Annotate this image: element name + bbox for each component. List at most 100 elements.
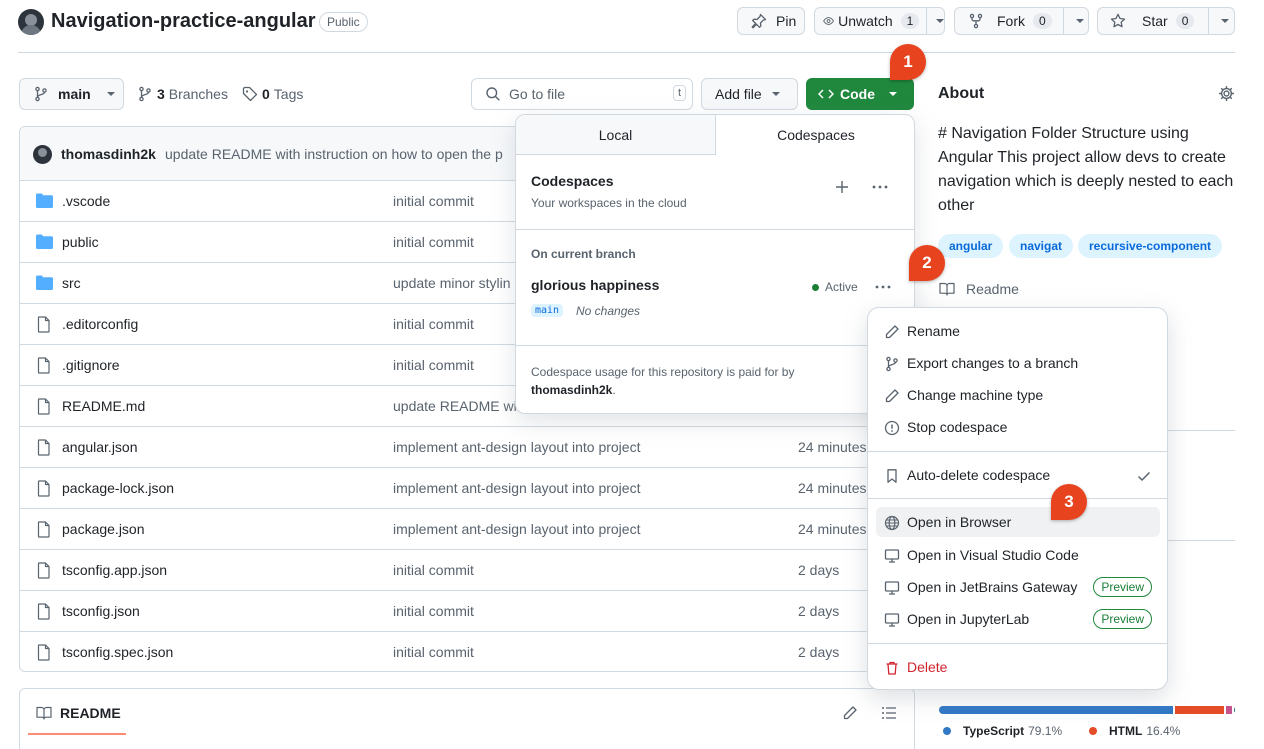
file-row[interactable]: package.json implement ant-design layout … bbox=[20, 508, 914, 549]
tags-link[interactable]: 0 Tags bbox=[242, 86, 303, 102]
status-dot bbox=[812, 283, 819, 291]
file-name[interactable]: public bbox=[62, 234, 99, 250]
tab-codespaces-label: Codespaces bbox=[777, 127, 855, 143]
language-segment bbox=[939, 706, 1173, 714]
branch-selector[interactable]: main bbox=[19, 78, 124, 110]
menu-stop-codespace[interactable]: Stop codespace bbox=[876, 412, 1160, 442]
topic-tag[interactable]: navigat bbox=[1009, 234, 1074, 258]
file-commit-message[interactable]: initial commit bbox=[393, 316, 474, 332]
file-commit-message[interactable]: update minor stylin bbox=[393, 275, 511, 291]
menu-open-browser[interactable]: Open in Browser bbox=[876, 507, 1160, 537]
tab-local-label: Local bbox=[598, 126, 633, 143]
file-commit-message[interactable]: initial commit bbox=[393, 357, 474, 373]
language-item[interactable]: HTML 16.4% bbox=[1089, 724, 1180, 738]
menu-rename[interactable]: Rename bbox=[876, 316, 1160, 346]
commit-message[interactable]: update README with instruction on how to… bbox=[165, 146, 510, 162]
file-commit-message[interactable]: initial commit bbox=[393, 603, 474, 619]
fork-count: 0 bbox=[1033, 13, 1052, 29]
file-commit-message[interactable]: update README wi bbox=[393, 398, 517, 414]
fork-dropdown-caret[interactable] bbox=[1075, 19, 1084, 23]
menu-change-machine[interactable]: Change machine type bbox=[876, 380, 1160, 410]
file-commit-message[interactable]: initial commit bbox=[393, 644, 474, 660]
file-row[interactable]: tsconfig.app.json initial commit 2 days bbox=[20, 549, 914, 590]
star-button[interactable]: Star 0 bbox=[1097, 7, 1235, 35]
step-badge: 2 bbox=[909, 245, 945, 281]
file-commit-time: 24 minutes bbox=[798, 521, 867, 537]
file-icon bbox=[37, 521, 50, 538]
add-file-button[interactable]: Add file bbox=[701, 78, 798, 110]
file-name[interactable]: tsconfig.app.json bbox=[62, 562, 167, 578]
file-name[interactable]: .gitignore bbox=[62, 357, 120, 373]
repo-avatar[interactable] bbox=[18, 9, 44, 35]
pencil-icon bbox=[885, 325, 899, 339]
unwatch-button[interactable]: Unwatch 1 bbox=[814, 7, 945, 35]
file-row[interactable]: angular.json implement ant-design layout … bbox=[20, 426, 914, 467]
file-commit-message[interactable]: implement ant-design layout into project bbox=[393, 521, 640, 537]
file-name[interactable]: README.md bbox=[62, 398, 145, 414]
pin-button[interactable]: Pin bbox=[737, 7, 805, 35]
new-codespace-button[interactable] bbox=[834, 179, 850, 195]
fork-button[interactable]: Fork 0 bbox=[954, 7, 1089, 35]
codespaces-more-button[interactable] bbox=[871, 179, 889, 195]
file-commit-message[interactable]: initial commit bbox=[393, 234, 474, 250]
billing-text: Codespace usage for this repository is p… bbox=[531, 365, 795, 379]
outline-icon[interactable] bbox=[881, 705, 897, 721]
topic-tag[interactable]: angular bbox=[938, 234, 1004, 258]
file-name[interactable]: .editorconfig bbox=[62, 316, 138, 332]
file-name[interactable]: tsconfig.spec.json bbox=[62, 644, 173, 660]
language-segment bbox=[1175, 706, 1224, 714]
readme-tab[interactable]: README bbox=[36, 705, 121, 721]
file-commit-message[interactable]: initial commit bbox=[393, 562, 474, 578]
eye-icon bbox=[823, 17, 834, 25]
code-button[interactable]: Code bbox=[806, 78, 914, 110]
menu-open-jupyter[interactable]: Open in JupyterLab Preview bbox=[876, 604, 1160, 634]
file-row[interactable]: tsconfig.spec.json initial commit 2 days bbox=[20, 631, 914, 672]
file-name[interactable]: src bbox=[62, 275, 81, 291]
unwatch-dropdown-caret[interactable] bbox=[936, 19, 944, 23]
commit-author[interactable]: thomasdinh2k bbox=[61, 146, 156, 162]
tab-local[interactable]: Local bbox=[516, 115, 716, 155]
code-caret bbox=[889, 92, 897, 96]
file-commit-message[interactable]: implement ant-design layout into project bbox=[393, 439, 640, 455]
file-name[interactable]: angular.json bbox=[62, 439, 138, 455]
repo-name[interactable]: Navigation-practice-angular bbox=[51, 10, 316, 33]
about-settings-icon[interactable] bbox=[1218, 85, 1235, 102]
branch-heading: On current branch bbox=[531, 247, 636, 261]
star-dropdown-caret[interactable] bbox=[1221, 19, 1230, 23]
go-to-file-input[interactable]: Go to file t bbox=[471, 78, 693, 110]
topic-tag[interactable]: recursive-component bbox=[1078, 234, 1223, 258]
file-icon bbox=[37, 316, 50, 333]
pencil-icon[interactable] bbox=[842, 705, 858, 721]
file-commit-message[interactable]: implement ant-design layout into project bbox=[393, 480, 640, 496]
codespace-name[interactable]: glorious happiness bbox=[531, 277, 659, 293]
menu-open-jetbrains-label: Open in JetBrains Gateway bbox=[907, 579, 1078, 595]
menu-export-changes[interactable]: Export changes to a branch bbox=[876, 348, 1160, 378]
file-icon bbox=[37, 439, 50, 456]
file-row[interactable]: package-lock.json implement ant-design la… bbox=[20, 467, 914, 508]
tags-count: 0 bbox=[262, 86, 270, 102]
language-item[interactable]: TypeScript 79.1% bbox=[943, 724, 1062, 738]
file-commit-message[interactable]: initial commit bbox=[393, 193, 474, 209]
menu-open-vscode[interactable]: Open in Visual Studio Code bbox=[876, 540, 1160, 570]
menu-open-jetbrains[interactable]: Open in JetBrains Gateway Preview bbox=[876, 572, 1160, 602]
language-percent: 79.1% bbox=[1028, 724, 1063, 738]
star-label: Star bbox=[1142, 13, 1168, 29]
file-name[interactable]: package.json bbox=[62, 521, 145, 537]
branch-name: main bbox=[58, 86, 91, 102]
branches-link[interactable]: 3 Branches bbox=[137, 86, 228, 102]
file-name[interactable]: .vscode bbox=[62, 193, 110, 209]
file-commit-time: 2 days bbox=[798, 603, 840, 619]
menu-delete[interactable]: Delete bbox=[876, 652, 1160, 682]
menu-auto-delete[interactable]: Auto-delete codespace bbox=[876, 460, 1160, 490]
codespace-more-button[interactable] bbox=[874, 279, 892, 295]
menu-divider bbox=[868, 643, 1167, 644]
tab-codespaces[interactable]: Codespaces bbox=[716, 115, 914, 155]
billing-owner: thomasdinh2k bbox=[531, 383, 613, 397]
commit-author-avatar[interactable] bbox=[33, 145, 52, 164]
language-bar bbox=[939, 706, 1235, 714]
file-name[interactable]: package-lock.json bbox=[62, 480, 174, 496]
file-row[interactable]: tsconfig.json initial commit 2 days bbox=[20, 590, 914, 631]
file-name[interactable]: tsconfig.json bbox=[62, 603, 140, 619]
readme-link[interactable]: Readme bbox=[939, 281, 1019, 297]
bookmark-icon bbox=[887, 469, 897, 483]
